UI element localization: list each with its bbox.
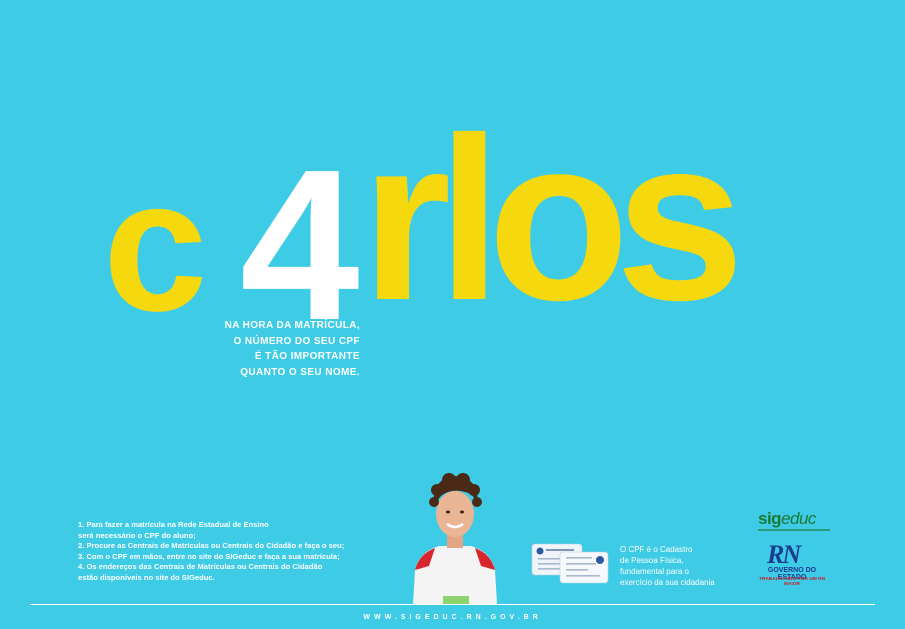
step-line: estão disponíveis no site do SIGeduc. xyxy=(78,572,215,582)
step-line: 2. Procure as Centrais de Matrículas ou … xyxy=(78,541,345,551)
headline-digit-four: 4 xyxy=(240,124,360,365)
tagline-line: NA HORA DA MATRÍCULA, xyxy=(224,320,360,331)
cpf-card-image xyxy=(531,543,609,584)
rn-mark: RN xyxy=(767,540,801,569)
cpf-note-line: exercício da sua cidadania xyxy=(620,578,715,587)
rn-slogan: TRABALHANDO POR UM RN MAIOR xyxy=(758,577,826,587)
tagline-line: QUANTO O SEU NOME. xyxy=(240,366,360,378)
sigeduc-prefix: sig xyxy=(758,509,782,528)
cpf-note-line: de Pessoa Física, xyxy=(620,556,684,565)
footer-divider xyxy=(30,604,875,605)
campaign-poster: c 4 rlos NA HORA DA MATRÍCULA, O NÚMERO … xyxy=(0,0,905,629)
tagline: NA HORA DA MATRÍCULA, O NÚMERO DO SEU CP… xyxy=(210,318,360,380)
headline-letter-c: c xyxy=(103,140,208,350)
student-photo xyxy=(413,473,497,604)
enrollment-steps: 1. Para fazer a matrícula na Rede Estadu… xyxy=(78,520,408,584)
sigeduc-underline xyxy=(758,529,830,531)
headline-name: c 4 rlos xyxy=(103,90,823,353)
tagline-line: O NÚMERO DO SEU CPF xyxy=(233,335,360,347)
headline-letters-rlos: rlos xyxy=(361,90,745,349)
tagline-line: É TÃO IMPORTANTE xyxy=(254,351,360,362)
step-line: 4. Os endereços das Centrais de Matrícul… xyxy=(78,562,323,572)
sigeduc-suffix: educ xyxy=(781,509,816,528)
website-url: WWW.SIGEDUC.RN.GOV.BR xyxy=(363,614,542,621)
rn-government-logo: RN GOVERNO DO ESTADO TRABALHANDO POR UM … xyxy=(755,540,829,588)
step-line: 1. Para fazer a matrícula na Rede Estadu… xyxy=(78,520,269,529)
step-line: 3. Com o CPF em mãos, entre no site do S… xyxy=(78,551,340,561)
step-line: será necessário o CPF do aluno; xyxy=(78,530,196,540)
cpf-note: O CPF é o Cadastro de Pessoa Física, fun… xyxy=(620,544,755,588)
cpf-note-line: fundamental para o xyxy=(620,567,689,576)
sigeduc-logo: sigeduc xyxy=(758,509,830,535)
cpf-note-line: O CPF é o Cadastro xyxy=(620,545,693,554)
sigeduc-wordmark: sigeduc xyxy=(758,509,816,529)
